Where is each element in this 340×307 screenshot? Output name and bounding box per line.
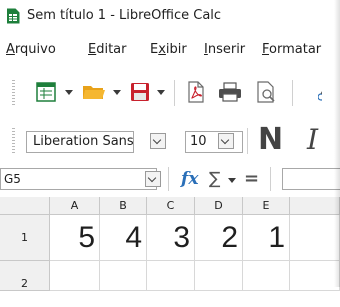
formula-separator [270,167,271,191]
column-header-e[interactable]: E [243,197,290,215]
column-header-a[interactable]: A [50,197,100,215]
cell-a1[interactable]: 5 [50,215,100,261]
toolbar-separator [174,80,175,106]
open-dropdown-arrow-icon[interactable] [113,90,121,95]
window-edge-shadow [334,0,340,287]
toolbar-grip[interactable] [12,128,15,154]
name-box-value: G5 [4,172,21,186]
new-spreadsheet-icon[interactable] [36,82,56,106]
column-header-f[interactable] [290,197,340,215]
select-all-corner[interactable] [0,197,50,215]
print-preview-icon[interactable] [256,81,278,107]
column-header-b[interactable]: B [100,197,147,215]
formula-input[interactable] [282,168,340,190]
font-size-dropdown-button[interactable] [218,133,234,149]
new-dropdown-arrow-icon[interactable] [65,90,73,95]
open-folder-icon[interactable] [82,82,106,106]
menu-inserir[interactable]: Inserir [204,40,245,60]
italic-button[interactable]: I [307,120,318,160]
cell-b1[interactable]: 4 [100,215,147,261]
cell-f1[interactable] [290,215,340,261]
name-box-dropdown-button[interactable] [145,171,161,187]
menu-formatar[interactable]: Formatar [262,40,321,60]
sum-icon[interactable]: ∑ [209,166,220,192]
cell-c1[interactable]: 3 [147,215,195,261]
cell-d1[interactable]: 2 [195,215,243,261]
menu-editar[interactable]: Editar [88,40,127,60]
save-icon[interactable] [130,82,150,106]
sum-dropdown-arrow-icon[interactable] [228,178,236,183]
calc-app-icon [6,8,20,24]
name-box[interactable] [0,168,157,190]
menu-arquivo[interactable]: Arquivo [6,40,56,60]
function-wizard-icon[interactable]: fx [181,166,198,192]
formula-separator [168,167,169,191]
menu-bar: Arquivo Editar Exibir Inserir Formatar [0,36,340,64]
formula-icon[interactable]: = [244,166,259,192]
font-size-value: 10 [190,134,207,149]
toolbar-separator [247,128,248,154]
bold-button[interactable]: N [258,120,283,160]
cell-e1[interactable]: 1 [243,215,290,261]
font-name-value: Liberation Sans [33,134,134,149]
column-header-c[interactable]: C [147,197,195,215]
column-header-d[interactable]: D [195,197,243,215]
print-icon[interactable] [218,82,242,106]
save-dropdown-arrow-icon[interactable] [157,90,165,95]
cut-icon[interactable] [318,80,322,102]
export-pdf-icon[interactable] [186,81,206,107]
window-title: Sem título 1 - LibreOffice Calc [27,8,222,23]
font-name-dropdown-button[interactable] [150,133,166,149]
toolbar-separator [292,80,293,106]
menu-exibir[interactable]: Exibir [150,40,187,60]
toolbar-grip[interactable] [12,80,15,106]
row-header-1[interactable]: 1 [0,215,50,261]
